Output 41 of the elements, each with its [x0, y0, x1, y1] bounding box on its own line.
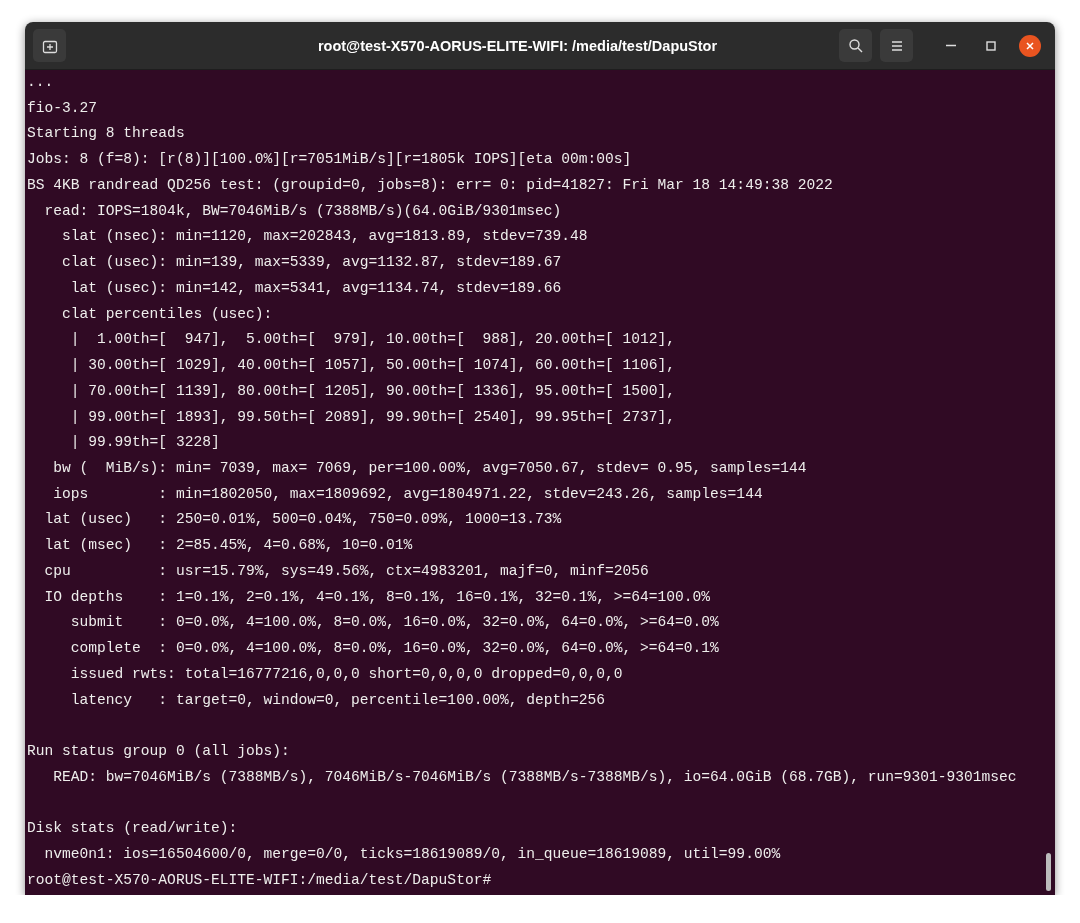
output-line: lat (usec) : 250=0.01%, 500=0.04%, 750=0.09%, 1000=13.73% [43, 510, 562, 530]
scrollbar[interactable] [1046, 853, 1051, 891]
output-line: issued rwts: total=16777216,0,0,0 short=0,0,0,0 dropped=0,0,0,0 [69, 664, 623, 684]
output-line: bw ( MiB/s): min= 7039, max= 7069, per=100.00%, avg=7050.67, stdev= 0.95, samples=144 [52, 459, 807, 478]
output-line: ... [27, 73, 54, 92]
output-line: Jobs: 8 (f=8): [r(8)][100.0%][r=7051MiB/s][r=1805k IOPS][eta 00m:00s] [27, 150, 632, 170]
search-button[interactable] [839, 29, 872, 62]
shell-prompt: root@test-X570-AORUS-ELITE-WIFI:/media/test/DapuStor# [27, 870, 492, 890]
output-line: complete : 0=0.0%, 4=100.0%, 8=0.0%, 16=0.0%, 32=0.0%, 64=0.0%, >=64=0.1% [69, 639, 719, 659]
output-line: nvme0n1: ios=16504600/0, merge=0/0, ticks=18619089/0, in_queue=18619089, util=99.00% [43, 845, 781, 865]
output-line: BS 4KB randread QD256 test: (groupid=0, jobs=8): err= 0: pid=41827: Fri Mar 18 14:49:38 2022 [27, 175, 833, 195]
output-line: clat (usec): min=139, max=5339, avg=1132.87, stdev=189.67 [61, 253, 562, 273]
output-line: lat (msec) : 2=85.45%, 4=0.68%, 10=0.01% [43, 536, 413, 556]
output-line: latency : target=0, window=0, percentile=100.00%, depth=256 [69, 690, 605, 710]
output-line: Starting 8 threads [27, 124, 185, 144]
output-line: | 30.00th=[ 1029], 40.00th=[ 1057], 50.00th=[ 1074], 60.00th=[ 1106], [69, 356, 676, 376]
output-line: clat percentiles (usec): [61, 304, 273, 324]
close-button[interactable] [1019, 34, 1041, 57]
minimize-icon [946, 44, 956, 47]
output-line: iops : min=1802050, max=1809692, avg=1804971.22, stdev=243.26, samples=144 [52, 484, 763, 504]
output-line: lat (usec): min=142, max=5341, avg=1134.74, stdev=189.66 [69, 278, 562, 298]
output-line: IO depths : 1=0.1%, 2=0.1%, 4=0.1%, 8=0.1%, 16=0.1%, 32=0.1%, >=64=100.0% [43, 587, 711, 607]
output-line: | 70.00th=[ 1139], 80.00th=[ 1205], 90.00th=[ 1336], 95.00th=[ 1500], [69, 381, 676, 401]
menu-button[interactable] [880, 29, 913, 62]
window-title: root@test-X570-AORUS-ELITE-WIFI: /media/test/DapuStor [316, 37, 719, 54]
output-line: Run status group 0 (all jobs): [27, 742, 290, 762]
new-tab-button[interactable] [33, 29, 66, 62]
output-line: read: IOPS=1804k, BW=7046MiB/s (7388MB/s)(64.0GiB/9301msec) [43, 201, 562, 221]
menu-icon [889, 39, 904, 52]
output-line: READ: bw=7046MiB/s (7388MB/s), 7046MiB/s-7046MiB/s (7388MB/s-7388MB/s), io=64.0GiB (68.7GB), run=9301-9301msec [52, 767, 1017, 787]
output-line: slat (nsec): min=1120, max=202843, avg=1813.89, stdev=739.48 [61, 227, 588, 247]
close-icon [1026, 41, 1034, 50]
output-line: cpu : usr=15.79%, sys=49.56%, ctx=4983201, majf=0, minf=2056 [43, 561, 649, 581]
output-line: submit : 0=0.0%, 4=100.0%, 8=0.0%, 16=0.0%, 32=0.0%, 64=0.0%, >=64=0.0% [69, 613, 719, 633]
output-line: | 99.99th=[ 3228] [69, 433, 220, 453]
output-line: | 1.00th=[ 947], 5.00th=[ 979], 10.00th=[ 988], 20.00th=[ 1012], [69, 330, 676, 350]
output-line: Disk stats (read/write): [27, 819, 238, 839]
search-icon [847, 37, 864, 54]
output-line: | 99.00th=[ 1893], 99.50th=[ 2089], 99.90th=[ 2540], 99.95th=[ 2737], [69, 407, 676, 427]
maximize-icon [986, 40, 996, 51]
output-line: fio-3.27 [27, 98, 98, 118]
